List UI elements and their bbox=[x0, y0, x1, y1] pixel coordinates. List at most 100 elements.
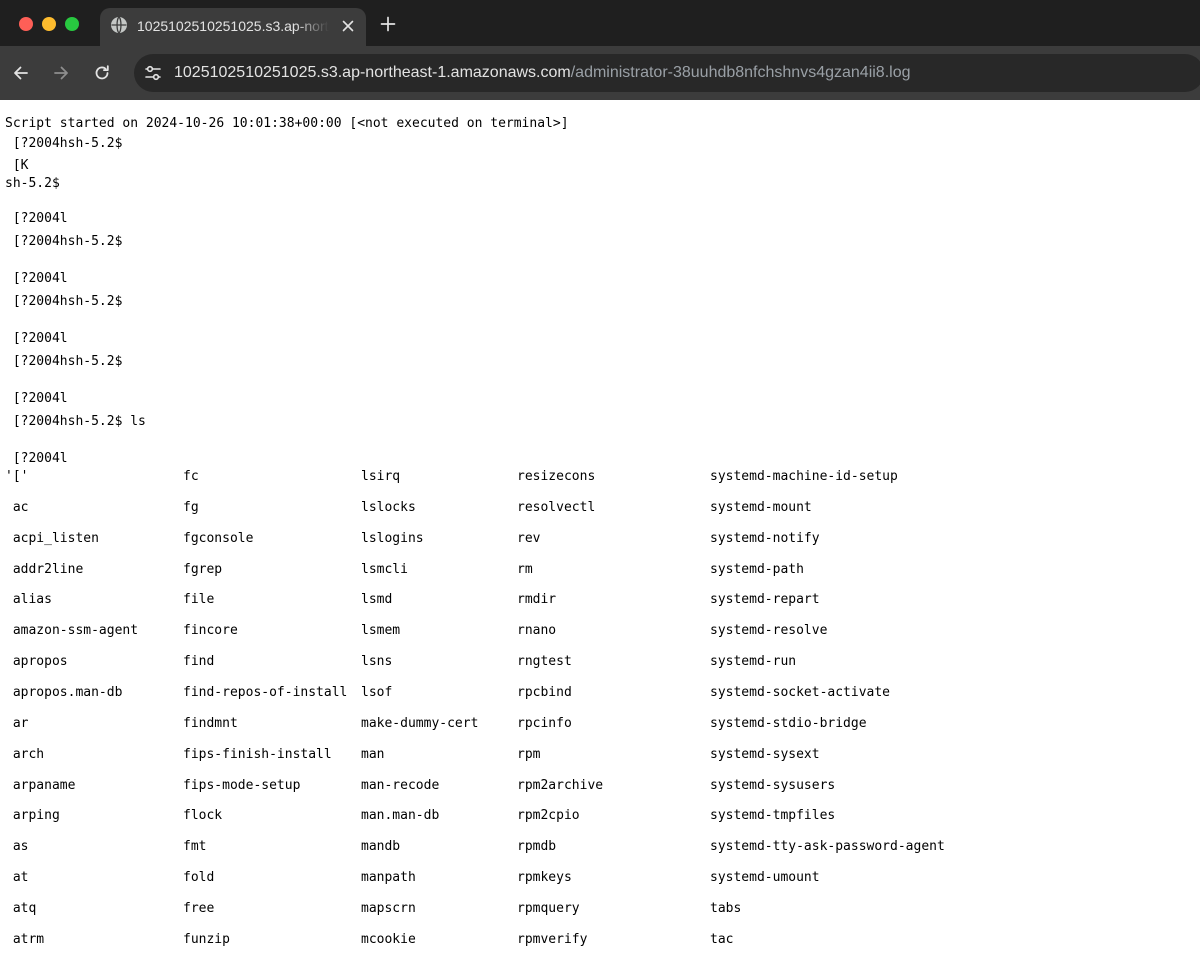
window-maximize-button[interactable] bbox=[65, 17, 79, 31]
ls-entry: apropos.man-db bbox=[5, 685, 123, 700]
forward-arrow-icon[interactable] bbox=[51, 63, 71, 83]
ls-entry: rpmquery bbox=[517, 901, 580, 916]
ls-entry: fgconsole bbox=[183, 531, 254, 546]
ls-entry: systemd-mount bbox=[710, 500, 812, 515]
ls-entry: amazon-ssm-agent bbox=[5, 623, 139, 638]
log-line: [?2004hsh-5.2$ bbox=[5, 136, 131, 151]
ls-entry: rpmkeys bbox=[517, 870, 572, 885]
ls-entry: systemd-sysusers bbox=[710, 778, 836, 793]
ls-entry: find bbox=[183, 654, 215, 669]
window-close-button[interactable] bbox=[19, 17, 33, 31]
ls-entry: fold bbox=[183, 870, 215, 885]
globe-icon bbox=[110, 16, 128, 34]
ls-entry: systemd-repart bbox=[710, 592, 820, 607]
log-content: Script started on 2024-10-26 10:01:38+00… bbox=[0, 100, 1200, 966]
ls-entry: man-recode bbox=[361, 778, 440, 793]
close-icon[interactable] bbox=[338, 16, 358, 36]
ls-entry: man.man-db bbox=[361, 808, 440, 823]
log-line: [?2004hsh-5.2$ bbox=[5, 234, 131, 249]
log-line: [?2004l bbox=[5, 211, 68, 226]
ls-entry: fgrep bbox=[183, 562, 223, 577]
ls-entry: findmnt bbox=[183, 716, 238, 731]
ls-entry: rnano bbox=[517, 623, 557, 638]
log-line: [?2004hsh-5.2$ bbox=[5, 354, 131, 369]
ls-entry: funzip bbox=[183, 932, 230, 947]
ls-entry: ar bbox=[5, 716, 29, 731]
ls-entry: lsns bbox=[361, 654, 393, 669]
ls-entry: flock bbox=[183, 808, 223, 823]
ls-entry: ac bbox=[5, 500, 29, 515]
browser-toolbar: 1025102510251025.s3.ap-northeast-1.amazo… bbox=[0, 46, 1200, 100]
ls-entry: systemd-sysext bbox=[710, 747, 820, 762]
ls-entry: lsmem bbox=[361, 623, 401, 638]
ls-entry: rpmverify bbox=[517, 932, 588, 947]
ls-entry: lsof bbox=[361, 685, 393, 700]
ls-entry: fips-mode-setup bbox=[183, 778, 301, 793]
ls-entry: apropos bbox=[5, 654, 68, 669]
ls-entry: lsmcli bbox=[361, 562, 408, 577]
ls-entry: fincore bbox=[183, 623, 238, 638]
ls-entry: systemd-path bbox=[710, 562, 804, 577]
ls-entry: mandb bbox=[361, 839, 401, 854]
ls-entry: fg bbox=[183, 500, 199, 515]
ls-entry: systemd-notify bbox=[710, 531, 820, 546]
ls-entry: file bbox=[183, 592, 215, 607]
ls-entry: fips-finish-install bbox=[183, 747, 332, 762]
active-tab[interactable]: 1025102510251025.s3.ap-northeast-1.amazo… bbox=[100, 8, 366, 46]
url-host: 1025102510251025.s3.ap-northeast-1.amazo… bbox=[174, 64, 571, 81]
ls-entry: mcookie bbox=[361, 932, 416, 947]
address-bar[interactable]: 1025102510251025.s3.ap-northeast-1.amazo… bbox=[134, 54, 1200, 92]
ls-entry: man bbox=[361, 747, 385, 762]
log-line: [?2004hsh-5.2$ bbox=[5, 294, 131, 309]
tab-title: 1025102510251025.s3.ap-northeast-1.amazo… bbox=[137, 18, 329, 34]
ls-entry: rm bbox=[517, 562, 533, 577]
ls-entry: make-dummy-cert bbox=[361, 716, 479, 731]
back-arrow-icon[interactable] bbox=[11, 63, 31, 83]
ls-entry: systemd-run bbox=[710, 654, 797, 669]
log-line: Script started on 2024-10-26 10:01:38+00… bbox=[5, 116, 569, 131]
window-minimize-button[interactable] bbox=[42, 17, 56, 31]
ls-entry: arping bbox=[5, 808, 60, 823]
ls-entry: systemd-tmpfiles bbox=[710, 808, 836, 823]
ls-entry: lsirq bbox=[361, 469, 401, 484]
ls-entry: atrm bbox=[5, 932, 45, 947]
ls-entry: lslocks bbox=[361, 500, 416, 515]
ls-entry: resolvectl bbox=[517, 500, 596, 515]
ls-entry: tac bbox=[710, 932, 734, 947]
log-line: [?2004l bbox=[5, 451, 68, 466]
ls-entry: at bbox=[5, 870, 29, 885]
ls-entry: '[' bbox=[5, 469, 29, 484]
log-line: [?2004l bbox=[5, 271, 68, 286]
ls-entry: arpaname bbox=[5, 778, 76, 793]
ls-entry: systemd-stdio-bridge bbox=[710, 716, 867, 731]
log-line: [?2004hsh-5.2$ ls bbox=[5, 414, 146, 429]
ls-entry: systemd-socket-activate bbox=[710, 685, 891, 700]
url-text[interactable]: 1025102510251025.s3.ap-northeast-1.amazo… bbox=[174, 63, 911, 83]
ls-entry: rev bbox=[517, 531, 541, 546]
ls-entry: systemd-resolve bbox=[710, 623, 828, 638]
ls-entry: find-repos-of-install bbox=[183, 685, 348, 700]
log-line: [?2004l bbox=[5, 391, 68, 406]
ls-entry: arch bbox=[5, 747, 45, 762]
ls-entry: systemd-umount bbox=[710, 870, 820, 885]
ls-entry: lsmd bbox=[361, 592, 393, 607]
ls-entry: rpm2archive bbox=[517, 778, 604, 793]
ls-entry: lslogins bbox=[361, 531, 424, 546]
ls-entry: mapscrn bbox=[361, 901, 416, 916]
ls-entry: tabs bbox=[710, 901, 742, 916]
ls-entry: rpcinfo bbox=[517, 716, 572, 731]
reload-icon[interactable] bbox=[92, 63, 112, 83]
ls-entry: systemd-tty-ask-password-agent bbox=[710, 839, 945, 854]
ls-entry: addr2line bbox=[5, 562, 84, 577]
ls-entry: rpmdb bbox=[517, 839, 557, 854]
ls-entry: free bbox=[183, 901, 215, 916]
ls-entry: systemd-machine-id-setup bbox=[710, 469, 898, 484]
ls-entry: manpath bbox=[361, 870, 416, 885]
ls-entry: rpm bbox=[517, 747, 541, 762]
ls-entry: rpcbind bbox=[517, 685, 572, 700]
ls-entry: rngtest bbox=[517, 654, 572, 669]
tune-icon[interactable] bbox=[143, 63, 163, 83]
log-line: [K bbox=[5, 158, 29, 173]
log-line: [?2004l bbox=[5, 331, 68, 346]
new-tab-plus-icon[interactable] bbox=[378, 14, 398, 34]
